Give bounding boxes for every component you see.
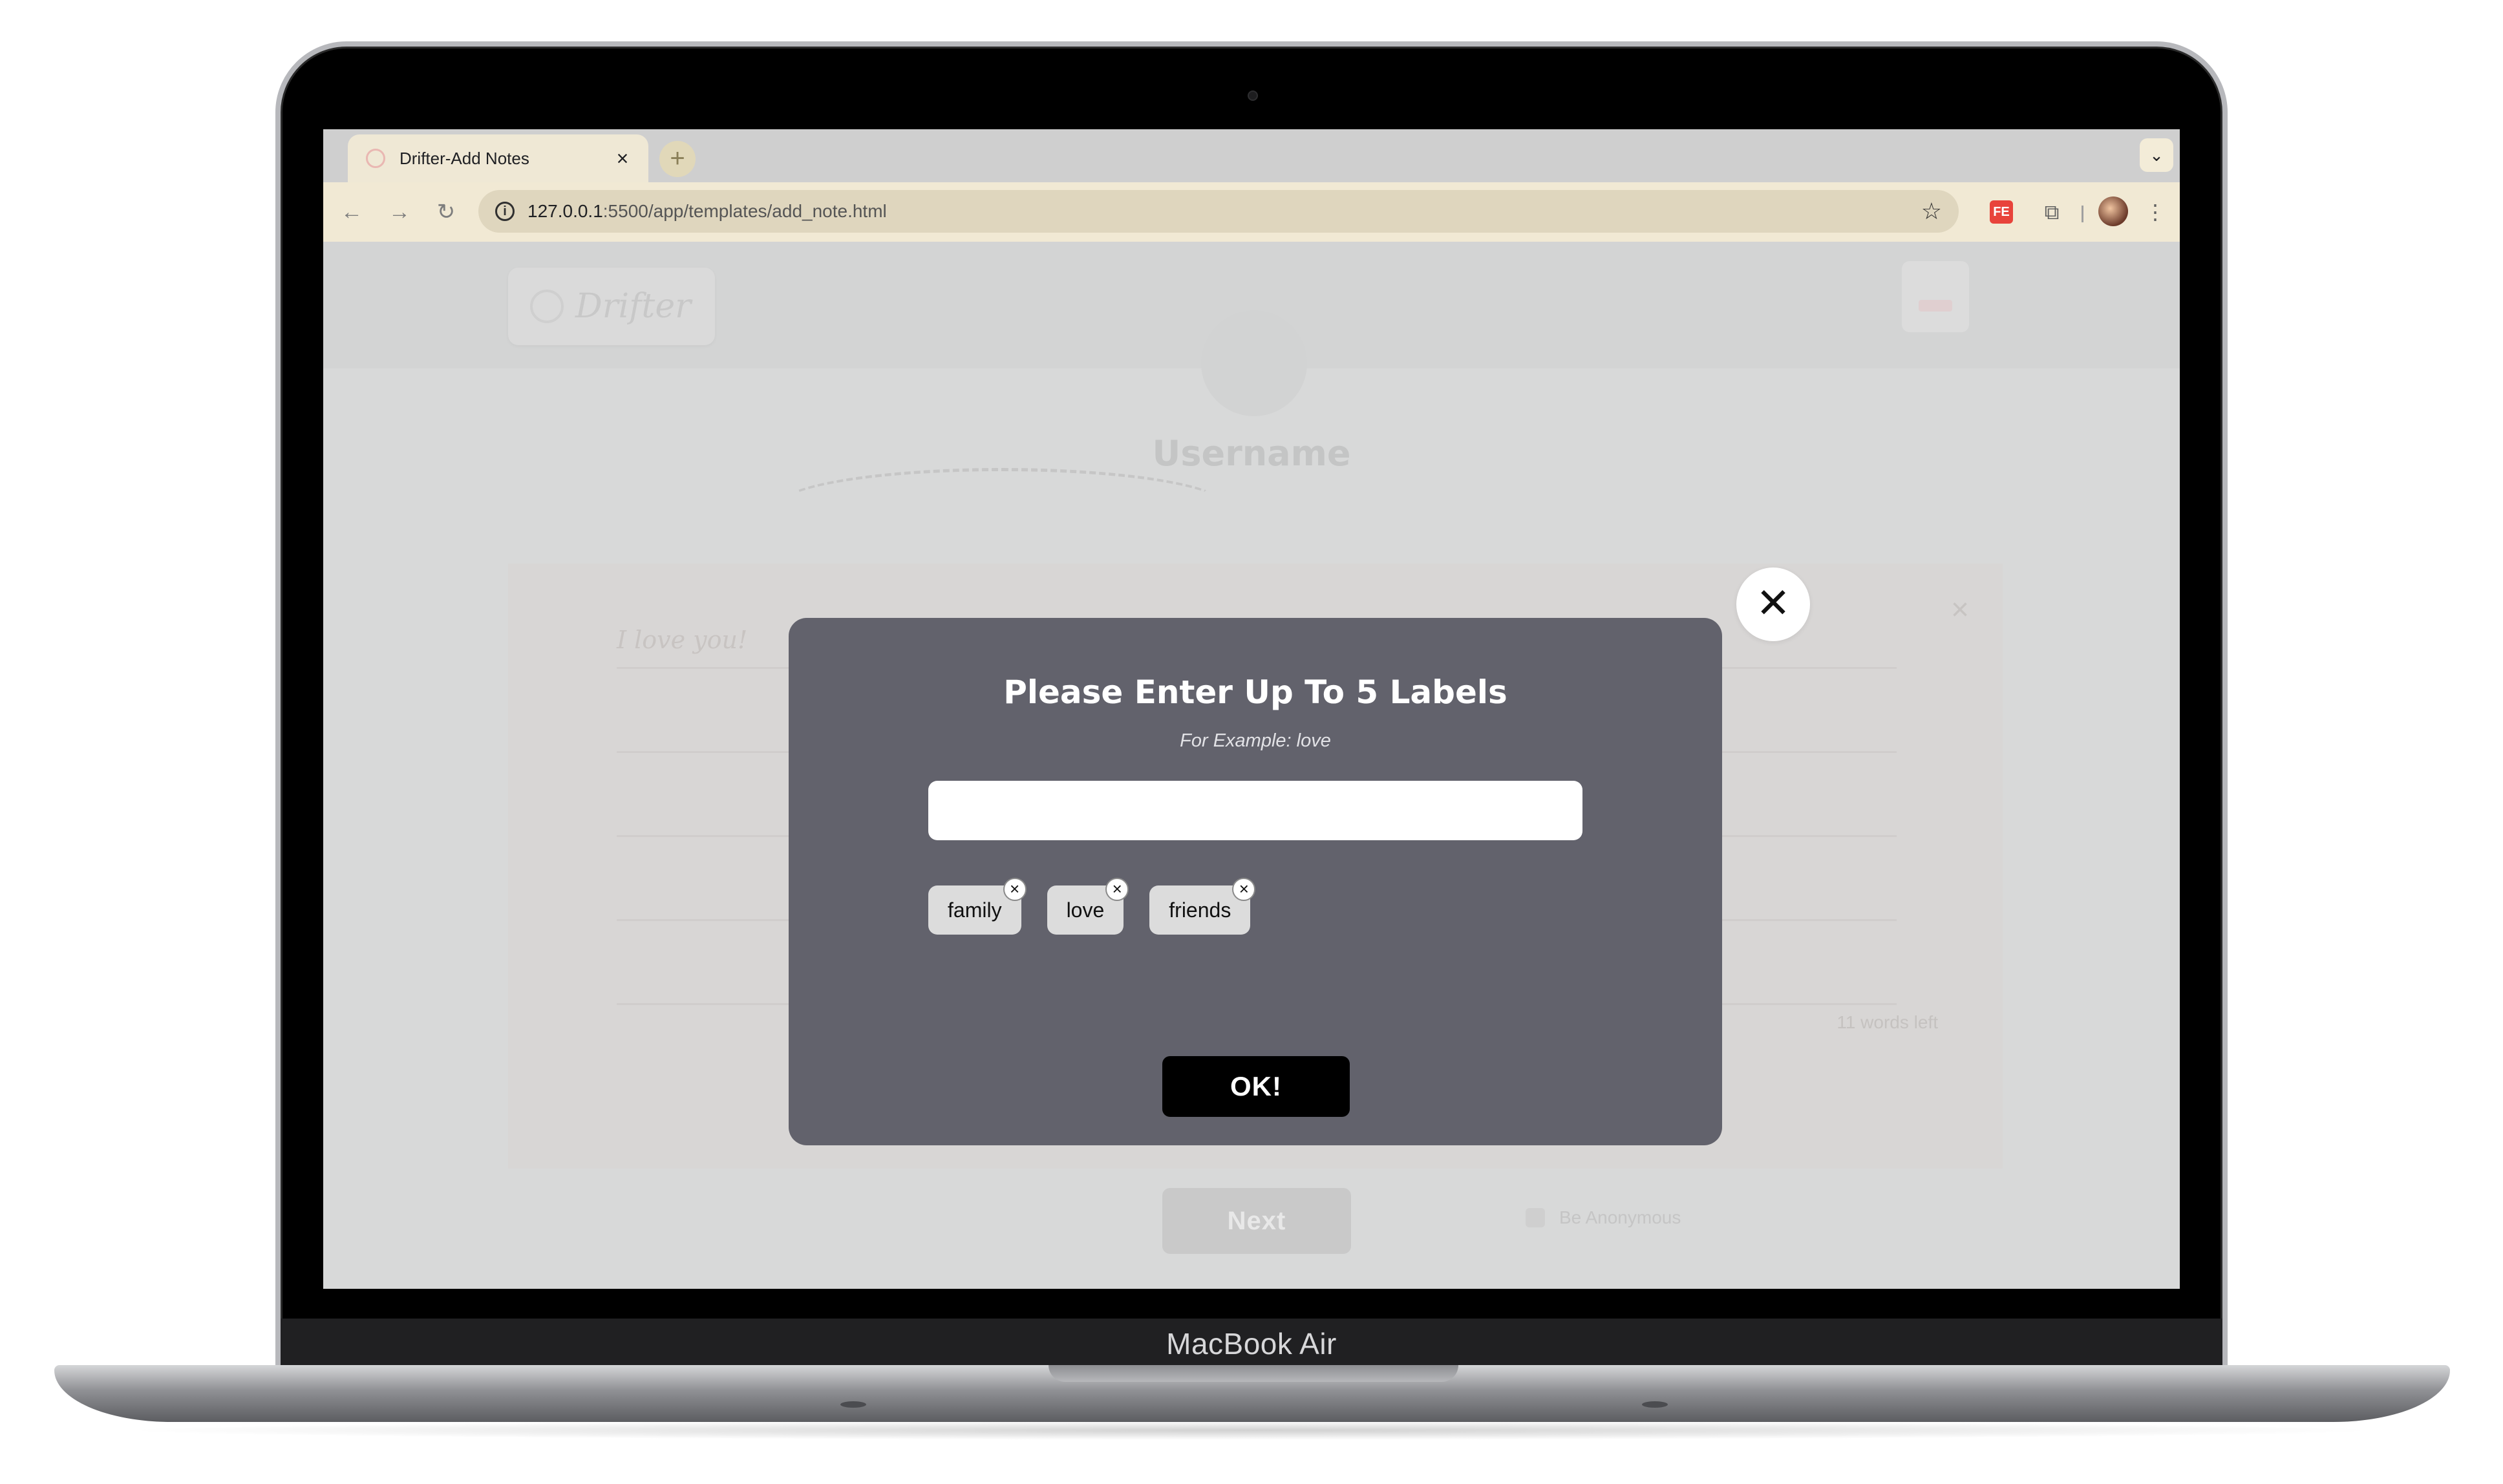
tab-close-icon[interactable]: × xyxy=(611,147,634,171)
label-chip-list: family × love × friends × xyxy=(928,878,1276,935)
remove-label-icon[interactable]: × xyxy=(1232,878,1256,901)
device-label: MacBook Air xyxy=(1166,1327,1337,1361)
drifter-favicon-icon xyxy=(366,149,385,168)
note-close-icon[interactable]: × xyxy=(1951,592,1969,628)
labels-modal: Please Enter Up To 5 Labels For Example:… xyxy=(789,618,1722,1145)
toolbar-divider xyxy=(2082,206,2083,222)
back-arrow-icon[interactable]: ← xyxy=(336,196,367,228)
anonymous-label: Be Anonymous xyxy=(1559,1207,1681,1227)
tab-bar: Drifter-Add Notes × + ⌄ xyxy=(323,129,2180,182)
username-heading: Username xyxy=(1152,433,1351,474)
address-bar[interactable]: i 127.0.0.1:5500/app/templates/add_note.… xyxy=(478,190,1959,233)
anonymous-checkbox[interactable] xyxy=(1526,1208,1545,1227)
camera-dot xyxy=(1248,90,1258,101)
reload-icon[interactable]: ↻ xyxy=(431,196,462,228)
laptop-shadow xyxy=(116,1421,2385,1440)
bookmark-star-icon[interactable]: ☆ xyxy=(1921,198,1942,225)
modal-close-icon[interactable]: ✕ xyxy=(1736,567,1810,641)
heart-logo-icon xyxy=(530,290,564,323)
next-button[interactable]: Next xyxy=(1162,1188,1351,1254)
site-logo[interactable]: Drifter xyxy=(508,268,715,345)
laptop-foot xyxy=(840,1401,866,1408)
active-tab[interactable]: Drifter-Add Notes × xyxy=(348,134,648,182)
label-input[interactable] xyxy=(928,781,1582,840)
label-chip: friends × xyxy=(1149,878,1256,935)
fe-extension-icon[interactable]: FE xyxy=(1990,200,2013,224)
site-info-icon[interactable]: i xyxy=(495,202,515,221)
browser-menu-icon[interactable]: ⋮ xyxy=(2140,196,2171,228)
browser-toolbar: ← → ↻ i 127.0.0.1:5500/app/templates/add… xyxy=(323,182,2180,242)
label-chip-text: love xyxy=(1066,898,1105,922)
remove-label-icon[interactable]: × xyxy=(1105,878,1129,901)
tab-search-chevron-icon[interactable]: ⌄ xyxy=(2140,138,2173,172)
logo-text: Drifter xyxy=(575,287,691,326)
laptop-mockup: Drifter-Add Notes × + ⌄ ← → ↻ i 127.0.0.… xyxy=(0,0,2503,1484)
remove-label-icon[interactable]: × xyxy=(1003,878,1027,901)
word-count: 11 words left xyxy=(1837,1012,1938,1032)
anonymous-toggle[interactable]: Be Anonymous xyxy=(1526,1207,1681,1228)
modal-subtitle: For Example: love xyxy=(1180,730,1331,751)
modal-title: Please Enter Up To 5 Labels xyxy=(1003,673,1507,711)
label-chip: love × xyxy=(1047,878,1129,935)
forward-arrow-icon[interactable]: → xyxy=(384,196,415,228)
note-textarea[interactable]: I love you! xyxy=(617,626,747,654)
new-tab-button[interactable]: + xyxy=(659,141,696,177)
profile-avatar[interactable] xyxy=(2098,196,2128,226)
laptop-hinge-notch xyxy=(1049,1365,1458,1382)
ok-button[interactable]: OK! xyxy=(1162,1056,1350,1117)
url-path: :5500/app/templates/add_note.html xyxy=(602,201,887,221)
tab-title: Drifter-Add Notes xyxy=(399,148,529,168)
user-menu-button[interactable] xyxy=(1902,261,1969,332)
label-chip-text: family xyxy=(948,898,1002,922)
label-chip: family × xyxy=(928,878,1027,935)
laptop-foot xyxy=(1642,1401,1668,1408)
dashed-path-top xyxy=(776,468,1228,546)
url-text[interactable]: 127.0.0.1:5500/app/templates/add_note.ht… xyxy=(527,201,1921,222)
page-background: Drifter Username I love you! × 11 words … xyxy=(323,242,2180,1289)
label-chip-text: friends xyxy=(1169,898,1231,922)
extensions-puzzle-icon[interactable]: ⧉ xyxy=(2036,196,2067,228)
profile-picture xyxy=(1201,310,1307,416)
dashed-path-bottom xyxy=(1073,1263,1461,1289)
browser-window: Drifter-Add Notes × + ⌄ ← → ↻ i 127.0.0.… xyxy=(323,129,2180,1289)
url-host: 127.0.0.1 xyxy=(527,201,603,221)
